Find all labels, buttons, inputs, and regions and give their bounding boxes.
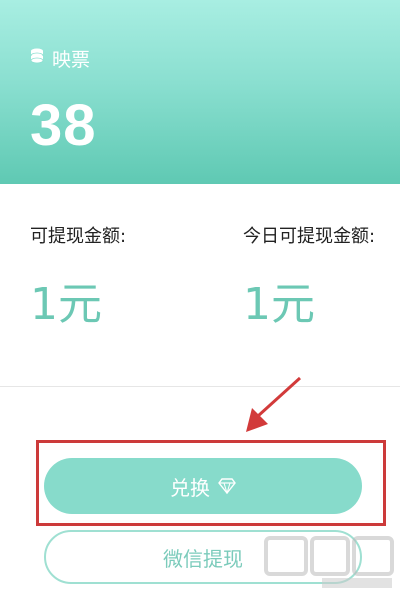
diamond-icon	[218, 478, 236, 494]
wechat-withdraw-label: 微信提现	[163, 546, 243, 571]
watermark-logo	[264, 536, 394, 588]
exchange-button[interactable]: 兑换	[44, 458, 362, 514]
exchange-button-label: 兑换	[170, 475, 210, 500]
